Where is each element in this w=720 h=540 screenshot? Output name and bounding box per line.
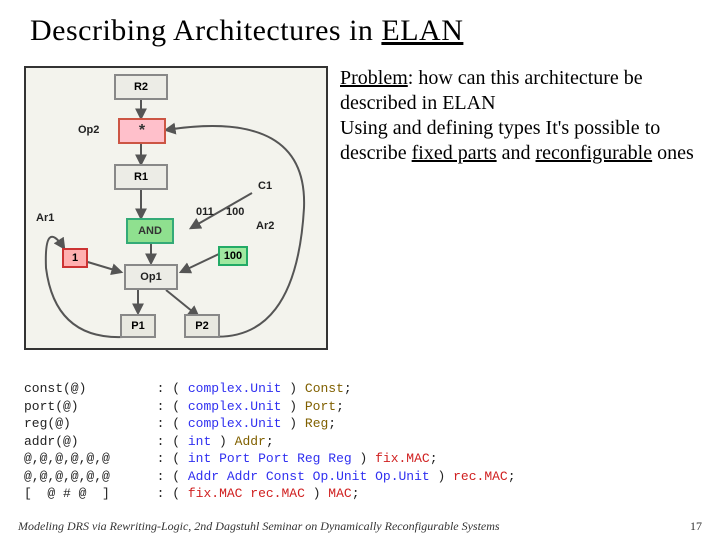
- label-ar1: Ar1: [36, 212, 54, 224]
- r2d: ): [281, 399, 304, 414]
- r7f: ;: [352, 486, 360, 501]
- page-number: 17: [690, 519, 702, 534]
- r4f: ;: [266, 434, 274, 449]
- r3c: complex.Unit: [188, 416, 282, 431]
- row5-left: @,@,@,@,@,@: [24, 451, 110, 466]
- r6b: : (: [157, 469, 188, 484]
- footer-text: Modeling DRS via Rewriting-Logic, 2nd Da…: [18, 519, 500, 534]
- r7b: : (: [157, 486, 188, 501]
- problem-l2e: ones: [652, 142, 694, 164]
- label-c1: C1: [258, 180, 272, 192]
- bits-100-b: 100: [218, 246, 248, 266]
- r5f: ;: [430, 451, 438, 466]
- r6c: Addr Addr Const Op.Unit Op.Unit: [188, 469, 430, 484]
- r4b: : (: [157, 434, 188, 449]
- r1f: ;: [344, 381, 352, 396]
- r2b: : (: [157, 399, 188, 414]
- row6-left: @,@,@,@,@,@: [24, 469, 110, 484]
- bits-011: 011: [196, 206, 214, 218]
- label-ar2: Ar2: [256, 220, 274, 232]
- title-elan: ELAN: [381, 14, 463, 47]
- r3f: ;: [328, 416, 336, 431]
- const-one: 1: [62, 248, 88, 268]
- op1-box: Op1: [124, 264, 178, 290]
- row4-left: addr(@): [24, 434, 79, 449]
- r2c: complex.Unit: [188, 399, 282, 414]
- row2-left: port(@): [24, 399, 79, 414]
- op-and: AND: [126, 218, 174, 244]
- problem-reconfig: reconfigurable: [536, 142, 653, 164]
- footer: Modeling DRS via Rewriting-Logic, 2nd Da…: [18, 519, 702, 534]
- problem-text: Problem: how can this architecture be de…: [340, 66, 700, 166]
- problem-l2c: and: [497, 142, 536, 164]
- r5c: int Port Port Reg Reg: [188, 451, 352, 466]
- r7e: MAC: [328, 486, 351, 501]
- problem-word: Problem: [340, 67, 408, 89]
- r5e: fix.MAC: [375, 451, 430, 466]
- label-op2: Op2: [78, 124, 99, 136]
- register-r1: R1: [114, 164, 168, 190]
- r1c: complex.Unit: [188, 381, 282, 396]
- register-r2: R2: [114, 74, 168, 100]
- row1-left: const(@): [24, 381, 86, 396]
- r3b: : (: [157, 416, 188, 431]
- title-pre: Describing Architectures in: [30, 14, 381, 47]
- row3-left: reg(@): [24, 416, 71, 431]
- slide-body: R2 Op2 * R1 C1 Ar1 011 100 Ar2 AND 1 100…: [0, 58, 720, 488]
- diagram-wires: [26, 68, 326, 348]
- r4c: int: [188, 434, 211, 449]
- r2e: Port: [305, 399, 336, 414]
- row7-left: [ @ # @ ]: [24, 486, 110, 501]
- r6d: ): [430, 469, 453, 484]
- r4d: ): [211, 434, 234, 449]
- bits-100-a: 100: [226, 206, 244, 218]
- r3d: ): [281, 416, 304, 431]
- r1d: ): [281, 381, 304, 396]
- r2f: ;: [336, 399, 344, 414]
- port-p1: P1: [120, 314, 156, 338]
- r6e: rec.MAC: [453, 469, 508, 484]
- r7d: ): [305, 486, 328, 501]
- r6f: ;: [508, 469, 516, 484]
- r5d: ): [352, 451, 375, 466]
- op-star: *: [118, 118, 166, 144]
- type-signatures: const(@) : ( complex.Unit ) Const; port(…: [24, 380, 516, 503]
- r5b: : (: [157, 451, 188, 466]
- slide-title: Describing Architectures in ELAN: [0, 0, 720, 48]
- port-p2: P2: [184, 314, 220, 338]
- r3e: Reg: [305, 416, 328, 431]
- label-op1: Op1: [140, 271, 161, 283]
- r4e: Addr: [235, 434, 266, 449]
- r1b: : (: [157, 381, 188, 396]
- problem-fixed: fixed parts: [412, 142, 497, 164]
- architecture-diagram: R2 Op2 * R1 C1 Ar1 011 100 Ar2 AND 1 100…: [24, 66, 328, 350]
- r1e: Const: [305, 381, 344, 396]
- r7c: fix.MAC rec.MAC: [188, 486, 305, 501]
